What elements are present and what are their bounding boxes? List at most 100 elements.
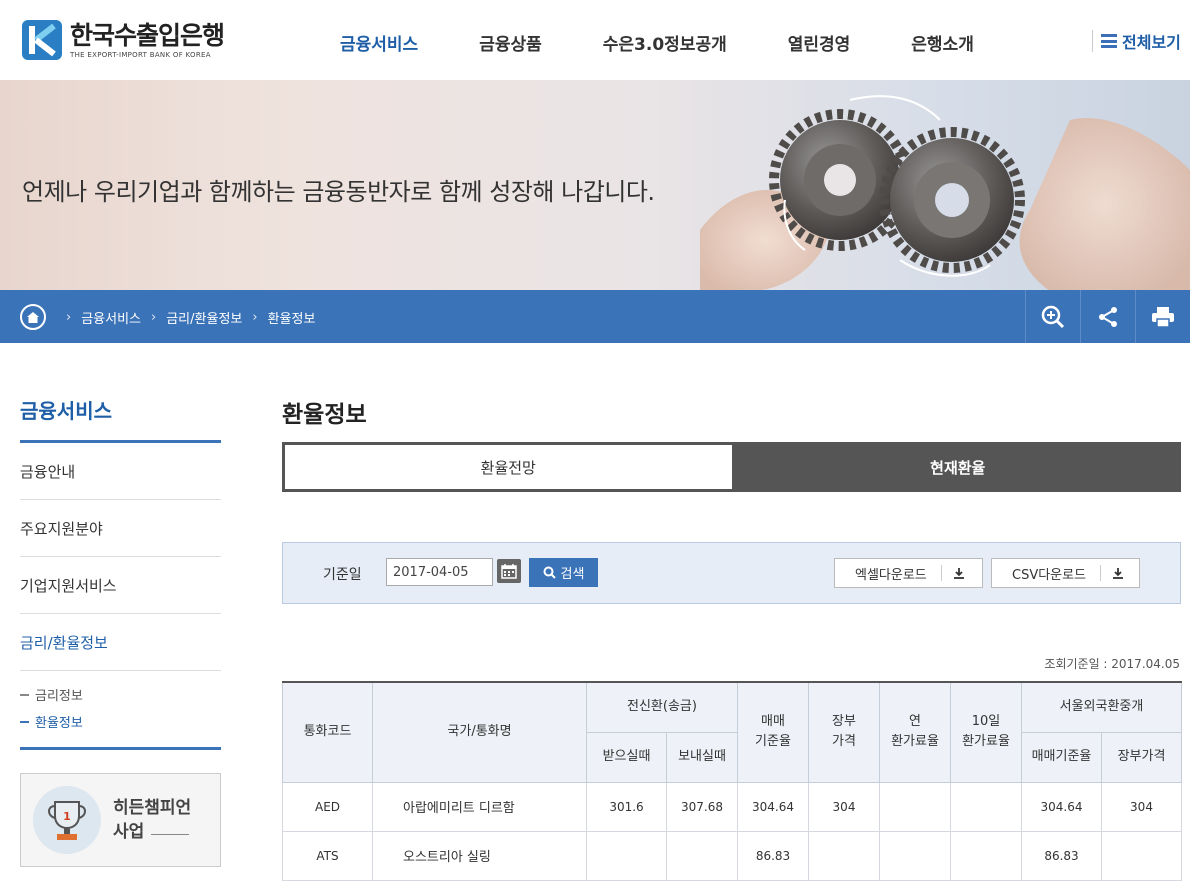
cell-name: 아랍에미리트 디르함 bbox=[372, 781, 587, 832]
home-icon[interactable] bbox=[20, 304, 46, 330]
col-base-rate-l1: 매매 bbox=[761, 714, 785, 730]
col-telegraphic-transfer: 전신환(송금) bbox=[586, 681, 738, 733]
download-icon bbox=[1109, 567, 1127, 579]
button-divider bbox=[1100, 565, 1102, 581]
cell-seoul-book-price bbox=[1101, 830, 1182, 881]
nav-financial-services[interactable]: 금융서비스 bbox=[340, 30, 418, 55]
breadcrumb-item[interactable]: 금융서비스 bbox=[81, 308, 141, 327]
nav-bank-intro[interactable]: 은행소개 bbox=[911, 30, 974, 55]
nav-open-management[interactable]: 열린경영 bbox=[788, 30, 851, 55]
gears-hands-illustration bbox=[700, 95, 1190, 291]
side-nav-item-support-areas[interactable]: 주요지원분야 bbox=[20, 500, 221, 557]
trophy-badge: 1 bbox=[33, 786, 101, 854]
cell-annual-rate bbox=[879, 830, 951, 881]
excel-download-label: 엑셀다운로드 bbox=[855, 567, 927, 583]
breadcrumb-separator: › bbox=[151, 309, 157, 325]
print-button[interactable] bbox=[1135, 290, 1190, 343]
calendar-button[interactable] bbox=[497, 559, 521, 583]
col-country-currency: 국가/통화명 bbox=[372, 681, 587, 783]
breadcrumb-separator: › bbox=[66, 309, 72, 325]
col-seoul-brokerage: 서울외국환중개 bbox=[1021, 681, 1182, 733]
col-book-price-l2: 가격 bbox=[832, 734, 856, 750]
table-row: AED 아랍에미리트 디르함 301.6 307.68 304.64 304 3… bbox=[282, 781, 1182, 832]
page-title: 환율정보 bbox=[282, 402, 367, 428]
side-subnav-interest-rates[interactable]: 금리정보 bbox=[20, 681, 221, 708]
zoom-button[interactable] bbox=[1025, 290, 1080, 343]
cell-seoul-book-price: 304 bbox=[1101, 781, 1182, 832]
breadcrumb-separator: › bbox=[252, 309, 258, 325]
cell-tt-buy: 301.6 bbox=[586, 781, 667, 832]
hidden-champion-banner[interactable]: 1 히든챔피언 사업 bbox=[20, 773, 221, 867]
cell-seoul-base-rate: 86.83 bbox=[1021, 830, 1102, 881]
print-icon bbox=[1152, 306, 1174, 328]
download-icon bbox=[950, 567, 968, 579]
share-button[interactable] bbox=[1080, 290, 1135, 343]
kexim-logo-icon bbox=[22, 20, 62, 60]
all-view-button[interactable]: 전체보기 bbox=[1092, 30, 1181, 52]
side-subnav: 금리정보 환율정보 bbox=[20, 671, 221, 750]
nav-financial-products[interactable]: 금융상품 bbox=[479, 30, 542, 55]
table-row: ATS 오스트리아 실링 86.83 86.83 bbox=[282, 830, 1182, 881]
promo-title: 히든챔피언 사업 bbox=[113, 796, 191, 844]
breadcrumb-bar: › 금융서비스 › 금리/환율정보 › 환율정보 bbox=[0, 290, 1190, 343]
excel-download-button[interactable]: 엑셀다운로드 bbox=[834, 558, 983, 588]
main-nav: 금융서비스 금융상품 수은3.0정보공개 열린경영 은행소개 bbox=[340, 30, 1035, 55]
kexim-logo[interactable]: 한국수출입은행 THE EXPORT-IMPORT BANK OF KOREA bbox=[20, 18, 225, 62]
cell-annual-rate bbox=[879, 781, 951, 832]
nav-info-disclosure[interactable]: 수은3.0정보공개 bbox=[603, 30, 727, 55]
col-book-price-l1: 장부 bbox=[832, 714, 856, 730]
col-base-rate-l2: 기준율 bbox=[755, 734, 791, 750]
col-seoul-book-price: 장부가격 bbox=[1101, 731, 1182, 783]
tab-current-rate[interactable]: 현재환율 bbox=[735, 442, 1182, 492]
col-10day-rate-l2: 환가료율 bbox=[962, 734, 1010, 750]
side-subnav-exchange-rates[interactable]: 환율정보 bbox=[20, 708, 221, 735]
side-nav-item-rates[interactable]: 금리/환율정보 bbox=[20, 614, 221, 671]
cell-code: ATS bbox=[282, 830, 373, 881]
cell-book-price bbox=[808, 830, 880, 881]
col-tt-sell: 보내실때 bbox=[666, 731, 738, 783]
date-label: 기준일 bbox=[323, 567, 362, 583]
col-book-price: 장부가격 bbox=[808, 681, 880, 783]
search-panel: 기준일 검색 엑셀다운로드 CSV다운로드 bbox=[282, 542, 1181, 604]
all-view-label: 전체보기 bbox=[1122, 33, 1181, 52]
csv-download-button[interactable]: CSV다운로드 bbox=[991, 558, 1140, 588]
promo-title-line1: 히든챔피언 bbox=[113, 798, 192, 818]
breadcrumb-item[interactable]: 환율정보 bbox=[268, 308, 316, 327]
tab-forecast[interactable]: 환율전망 bbox=[282, 442, 735, 492]
promo-title-line2: 사업 bbox=[113, 822, 145, 842]
side-nav-item-finance-guide[interactable]: 금융안내 bbox=[20, 443, 221, 500]
side-nav: 금융서비스 금융안내 주요지원분야 기업지원서비스 금리/환율정보 금리정보 환… bbox=[20, 395, 221, 750]
date-input[interactable] bbox=[386, 558, 493, 586]
breadcrumb: › 금융서비스 › 금리/환율정보 › 환율정보 bbox=[20, 304, 315, 330]
button-divider bbox=[940, 565, 942, 581]
cell-10day-rate bbox=[950, 830, 1022, 881]
logo-title: 한국수출입은행 bbox=[70, 20, 225, 50]
cell-tt-sell bbox=[666, 830, 738, 881]
cell-10day-rate bbox=[950, 781, 1022, 832]
col-annual-rate-l1: 연 bbox=[909, 714, 921, 730]
search-button-label: 검색 bbox=[560, 566, 585, 581]
cell-tt-buy bbox=[586, 830, 667, 881]
cell-book-price: 304 bbox=[808, 781, 880, 832]
col-seoul-base-rate: 매매기준율 bbox=[1021, 731, 1102, 783]
right-gear bbox=[879, 127, 1025, 273]
cell-base-rate: 304.64 bbox=[737, 781, 809, 832]
logo-subtitle: THE EXPORT-IMPORT BANK OF KOREA bbox=[70, 50, 211, 59]
page-tools bbox=[1025, 290, 1190, 343]
col-10day-rate-l1: 10일 bbox=[971, 714, 1001, 730]
cell-seoul-base-rate: 304.64 bbox=[1021, 781, 1102, 832]
cell-name: 오스트리아 실링 bbox=[372, 830, 587, 881]
cell-tt-sell: 307.68 bbox=[666, 781, 738, 832]
exchange-rate-table: 통화코드 국가/통화명 전신환(송금) 매매 기준율 장부 가격 연 환가료율 10일… bbox=[282, 681, 1182, 881]
menu-icon bbox=[1101, 34, 1117, 48]
hero-banner: 언제나 우리기업과 함께하는 금융동반자로 함께 성장해 나갑니다. bbox=[0, 80, 1190, 291]
search-button[interactable]: 검색 bbox=[529, 558, 598, 587]
side-nav-item-business-support[interactable]: 기업지원서비스 bbox=[20, 557, 221, 614]
rate-tabs: 환율전망 현재환율 bbox=[282, 442, 1181, 492]
zoom-in-icon bbox=[1041, 305, 1065, 328]
breadcrumb-item[interactable]: 금리/환율정보 bbox=[166, 308, 242, 327]
search-icon bbox=[543, 566, 556, 579]
site-header: 한국수출입은행 THE EXPORT-IMPORT BANK OF KOREA … bbox=[0, 0, 1190, 80]
csv-download-label: CSV다운로드 bbox=[1012, 567, 1087, 583]
col-annual-rate-l2: 환가료율 bbox=[891, 734, 939, 750]
